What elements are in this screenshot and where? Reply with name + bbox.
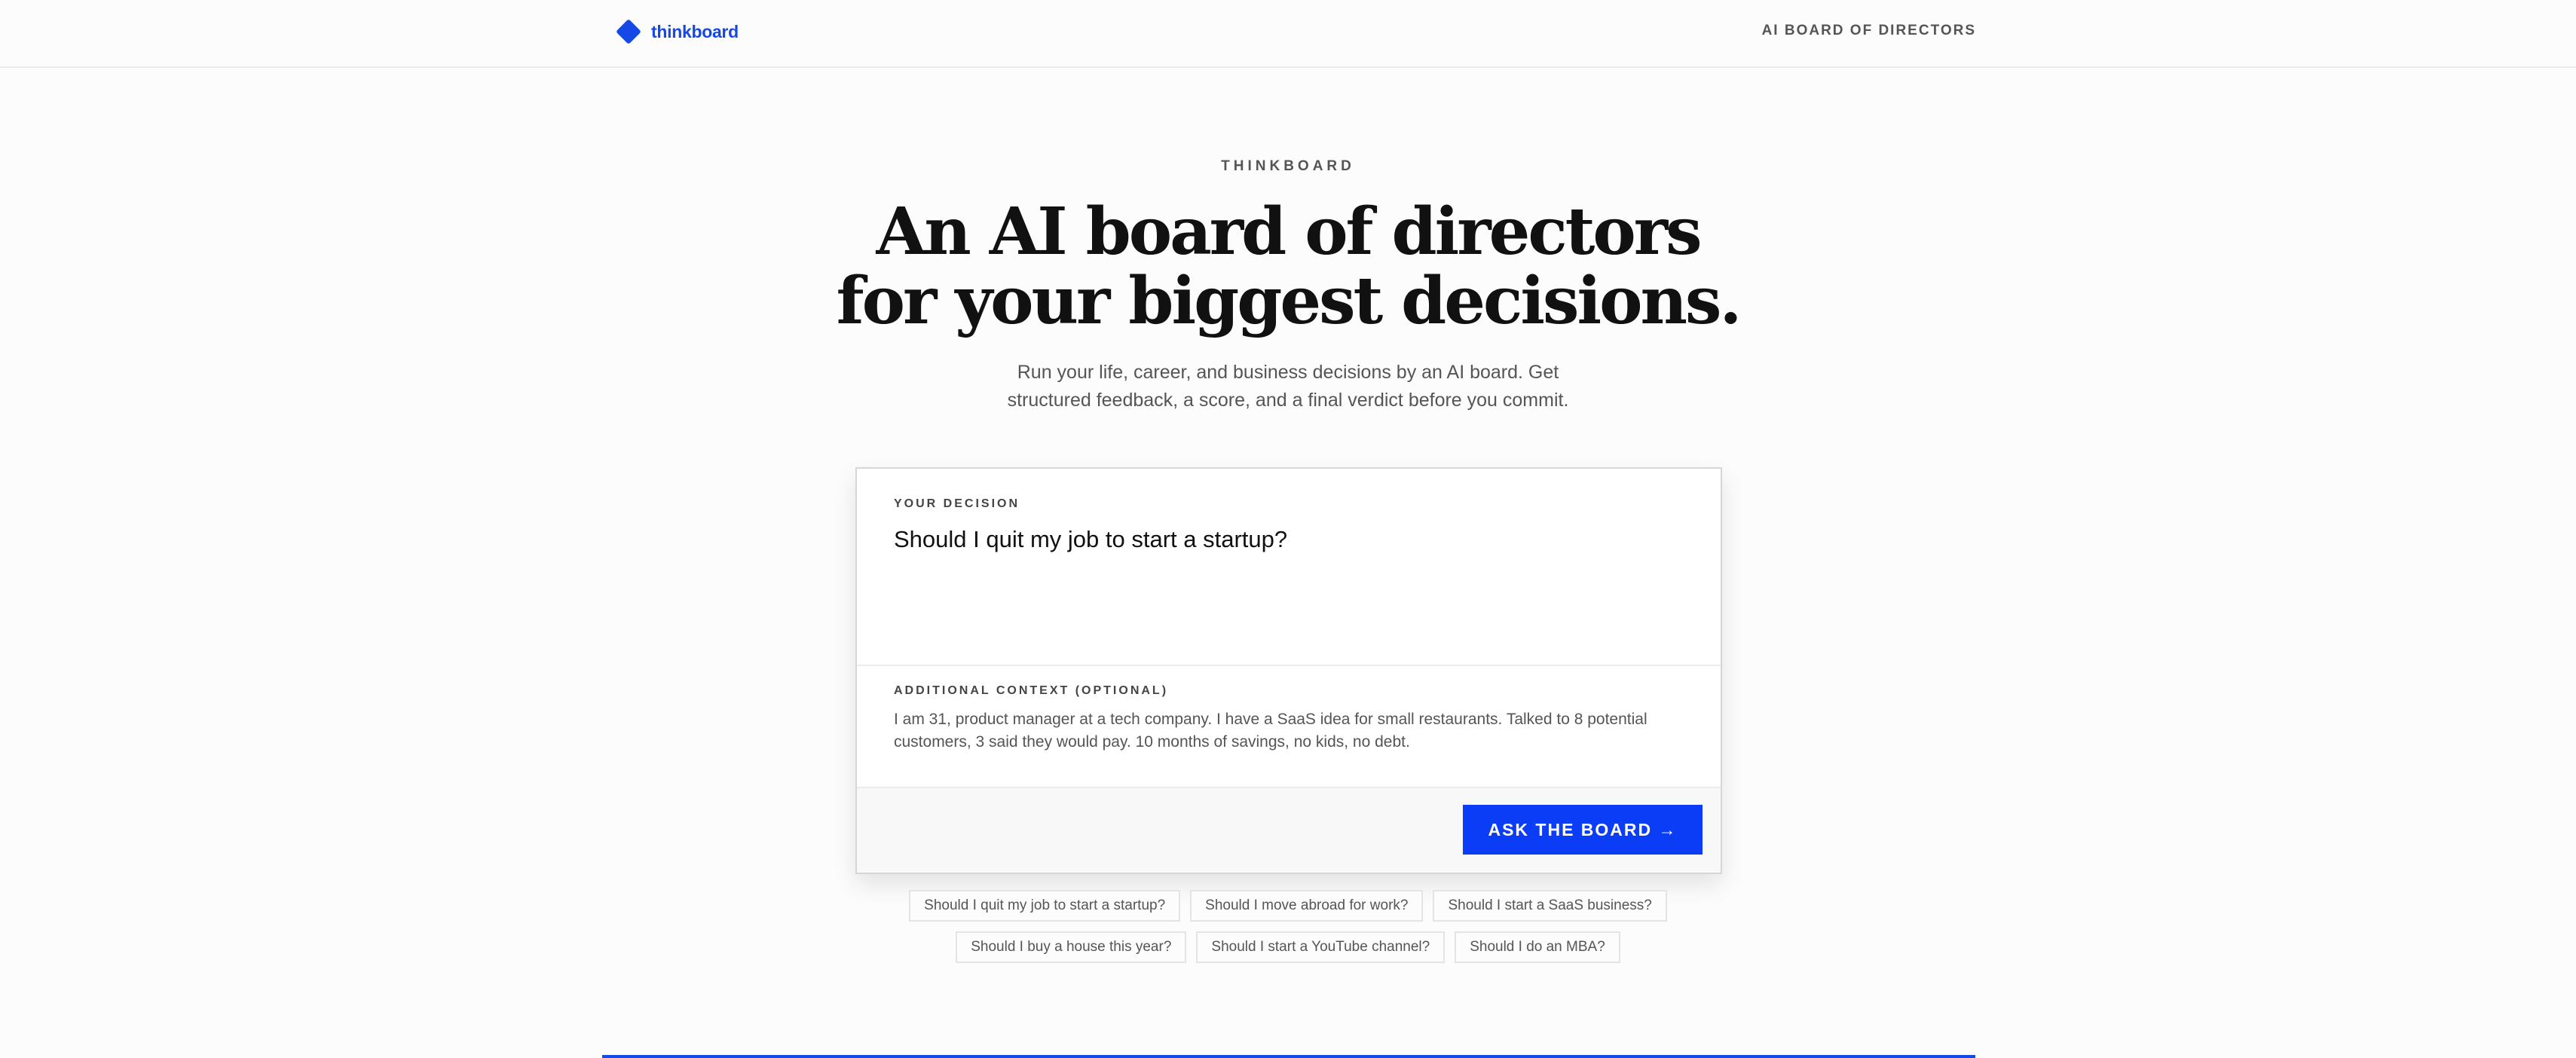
suggestion-chip[interactable]: Should I start a YouTube channel? <box>1196 931 1446 963</box>
suggestion-chip[interactable]: Should I move abroad for work? <box>1190 890 1424 922</box>
suggestion-row-2: Should I buy a house this year? Should I… <box>0 931 2576 963</box>
subhead-line-1: Run your life, career, and business deci… <box>1017 362 1559 383</box>
suggestion-row-1: Should I quit my job to start a startup?… <box>0 890 2576 922</box>
headline-line-2: for your biggest decisions. <box>836 263 1742 339</box>
suggestion-chip[interactable]: Should I quit my job to start a startup? <box>909 890 1181 922</box>
suggestion-chip[interactable]: Should I do an MBA? <box>1455 931 1620 963</box>
suggestion-chip[interactable]: Should I start a SaaS business? <box>1433 890 1667 922</box>
subhead: Run your life, career, and business deci… <box>0 359 2576 414</box>
divider <box>857 665 1721 666</box>
headline-line-1: An AI board of directors <box>876 194 1703 270</box>
nav-link-ai-board[interactable]: AI BOARD OF DIRECTORS <box>1762 23 1976 39</box>
logo[interactable]: thinkboard <box>615 18 739 45</box>
decision-card: YOUR DECISION ADDITIONAL CONTEXT (OPTION… <box>855 467 1722 874</box>
card-footer: ASK THE BOARD → <box>857 787 1721 873</box>
headline: An AI board of directors for your bigges… <box>0 197 2576 336</box>
context-label: ADDITIONAL CONTEXT (OPTIONAL) <box>894 684 1169 697</box>
logo-text: thinkboard <box>651 21 739 41</box>
context-input[interactable] <box>894 708 1693 769</box>
subhead-line-2: structured feedback, a score, and a fina… <box>1007 390 1569 411</box>
decision-label: YOUR DECISION <box>894 497 1020 510</box>
bottom-accent-rule <box>602 1055 1975 1058</box>
eyebrow: THINKBOARD <box>1221 158 1355 174</box>
ask-the-board-button[interactable]: ASK THE BOARD → <box>1463 805 1703 855</box>
diamond-icon <box>616 19 641 44</box>
decision-input[interactable] <box>894 524 1685 660</box>
suggestion-chip[interactable]: Should I buy a house this year? <box>956 931 1187 963</box>
top-bar: thinkboard AI BOARD OF DIRECTORS <box>0 0 2576 68</box>
